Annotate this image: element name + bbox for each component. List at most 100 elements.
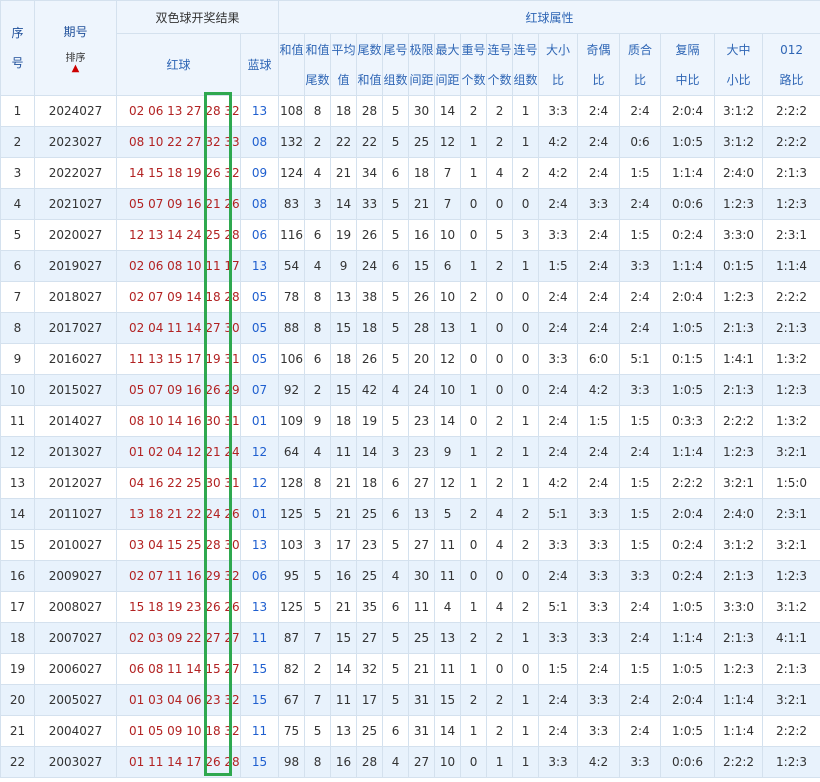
cell-big-small: 4:2 [538, 157, 579, 189]
cell-prime: 1:5 [619, 405, 662, 437]
cell-limit-gap: 25 [408, 126, 436, 158]
cell-seq: 19 [0, 653, 35, 685]
cell-limit-gap: 30 [408, 95, 436, 127]
cell-consec-groups: 2 [512, 498, 540, 530]
cell-max-gap: 14 [434, 405, 462, 437]
col-header-big-small: 大小比 [538, 33, 579, 96]
cell-tail-sum: 33 [356, 188, 384, 220]
cell-tail-groups: 5 [382, 95, 410, 127]
cell-bms: 3:2:1 [714, 467, 764, 499]
sort-arrow-icon[interactable]: ▲ [36, 64, 116, 74]
cell-sum: 124 [278, 157, 306, 189]
col-header-rep: 复隔 中比 [660, 33, 716, 96]
issue-header: 期号 排序 ▲ [34, 0, 117, 96]
cell-limit-gap: 21 [408, 653, 436, 685]
cell-tail-groups: 4 [382, 374, 410, 406]
cell-prime: 1:5 [619, 653, 662, 685]
cell-consec: 2 [486, 95, 514, 127]
cell-seq: 17 [0, 591, 35, 623]
col-header-tail-groups: 尾号 组数 [382, 33, 410, 96]
cell-odd-even: 3:3 [577, 591, 621, 623]
col-header-avg: 平均值 [330, 33, 358, 96]
cell-blue: 05 [239, 343, 280, 375]
cell-bms: 3:3:0 [714, 219, 764, 251]
cell-big-small: 4:2 [538, 467, 579, 499]
cell-bms: 3:3:0 [714, 591, 764, 623]
cell-seq: 16 [0, 560, 35, 592]
cell-sum: 88 [278, 312, 306, 344]
cell-consec: 4 [486, 529, 514, 561]
cell-consec: 2 [486, 467, 514, 499]
cell-rep: 1:0:5 [660, 715, 716, 747]
cell-consec-groups: 1 [512, 250, 540, 282]
cell-sum-tail: 2 [304, 653, 332, 685]
cell-prime: 1:5 [619, 498, 662, 530]
cell-repeat: 2 [460, 498, 488, 530]
red-ball-header: 红球 [116, 33, 241, 96]
cell-rep: 2:0:4 [660, 498, 716, 530]
cell-r012: 2:2:2 [762, 126, 820, 158]
cell-sum: 132 [278, 126, 306, 158]
cell-red: 02 06 08 10 11 17 [116, 250, 241, 282]
cell-max-gap: 7 [434, 157, 462, 189]
cell-seq: 14 [0, 498, 35, 530]
cell-tail-sum: 18 [356, 312, 384, 344]
cell-odd-even: 3:3 [577, 188, 621, 220]
sort-toggle[interactable]: 排序 ▲ [36, 50, 116, 74]
cell-avg: 18 [330, 405, 358, 437]
cell-consec-groups: 0 [512, 188, 540, 220]
cell-repeat: 1 [460, 157, 488, 189]
cell-consec: 4 [486, 591, 514, 623]
col-header-sum-tail: 和值 尾数 [304, 33, 332, 96]
cell-odd-even: 2:4 [577, 467, 621, 499]
cell-bms: 2:4:0 [714, 498, 764, 530]
cell-red: 01 03 04 06 23 32 [116, 684, 241, 716]
cell-blue: 06 [239, 560, 280, 592]
cell-sum-tail: 5 [304, 715, 332, 747]
cell-consec-groups: 0 [512, 653, 540, 685]
cell-max-gap: 10 [434, 219, 462, 251]
cell-rep: 1:0:5 [660, 126, 716, 158]
cell-red: 03 04 15 25 28 30 [116, 529, 241, 561]
cell-avg: 11 [330, 436, 358, 468]
cell-repeat: 1 [460, 312, 488, 344]
cell-bms: 2:2:2 [714, 746, 764, 778]
cell-sum: 109 [278, 405, 306, 437]
lottery-history-panel: 序 号 期号 排序 ▲ 双色球开奖结果 红球属性 红球 蓝球 和值 和值 尾数 平均值… [0, 0, 820, 782]
cell-prime: 5:1 [619, 343, 662, 375]
cell-seq: 9 [0, 343, 35, 375]
cell-tail-groups: 4 [382, 746, 410, 778]
table-row: 8 2017027 02 04 11 14 27 30 05 88 8 15 18 5 28 13 1… [0, 312, 820, 344]
cell-repeat: 2 [460, 95, 488, 127]
cell-big-small: 2:4 [538, 684, 579, 716]
cell-issue: 2013027 [34, 436, 117, 468]
cell-seq: 10 [0, 374, 35, 406]
cell-bms: 2:1:3 [714, 374, 764, 406]
col-header-sum: 和值 [278, 33, 306, 96]
cell-sum-tail: 6 [304, 343, 332, 375]
cell-tail-groups: 6 [382, 467, 410, 499]
cell-max-gap: 14 [434, 715, 462, 747]
cell-consec: 2 [486, 250, 514, 282]
cell-odd-even: 3:3 [577, 684, 621, 716]
cell-seq: 18 [0, 622, 35, 654]
cell-rep: 1:0:5 [660, 653, 716, 685]
cell-big-small: 2:4 [538, 188, 579, 220]
cell-limit-gap: 16 [408, 219, 436, 251]
cell-sum-tail: 7 [304, 684, 332, 716]
cell-avg: 13 [330, 281, 358, 313]
cell-max-gap: 12 [434, 126, 462, 158]
cell-r012: 1:3:2 [762, 405, 820, 437]
cell-prime: 2:4 [619, 622, 662, 654]
cell-odd-even: 4:2 [577, 374, 621, 406]
cell-prime: 2:4 [619, 715, 662, 747]
cell-consec-groups: 2 [512, 157, 540, 189]
cell-blue: 12 [239, 436, 280, 468]
cell-odd-even: 2:4 [577, 126, 621, 158]
table-row: 15 2010027 03 04 15 25 28 30 13 103 3 17 23 5 27 1… [0, 529, 820, 561]
cell-tail-groups: 6 [382, 715, 410, 747]
cell-big-small: 1:5 [538, 653, 579, 685]
cell-avg: 21 [330, 467, 358, 499]
cell-tail-groups: 5 [382, 281, 410, 313]
cell-blue: 13 [239, 591, 280, 623]
